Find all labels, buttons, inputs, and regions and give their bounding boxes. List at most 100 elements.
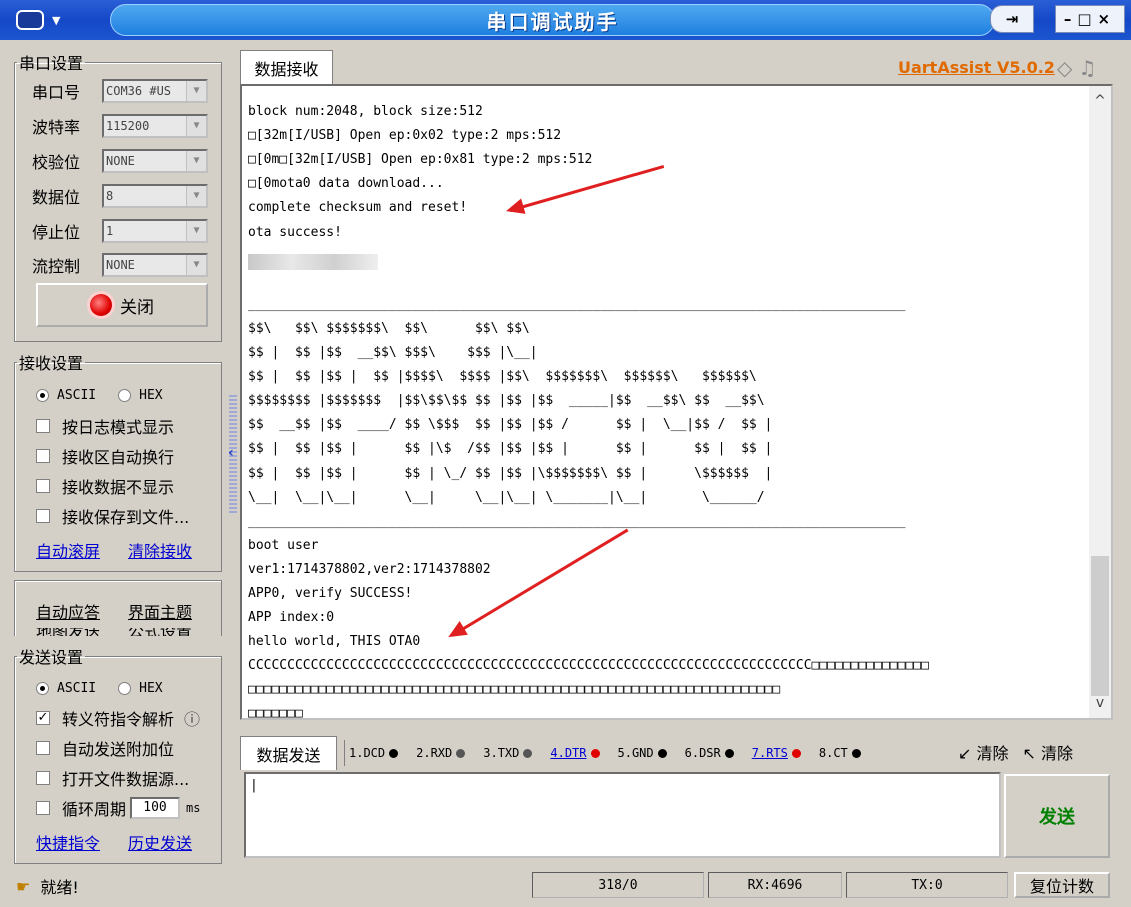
auto-reply-link[interactable]: 自动应答 bbox=[36, 599, 100, 623]
save-file-checkbox[interactable]: 接收保存到文件... bbox=[36, 504, 189, 528]
send-button[interactable]: 发送 bbox=[1004, 774, 1110, 858]
receive-line: □□□□□□□□□□□□□□□□□□□□□□□□□□□□□□□□□□□□□□□□… bbox=[248, 682, 781, 698]
stopbits-select[interactable]: 1 ▼ bbox=[102, 219, 208, 243]
pin-8: 8.CT bbox=[819, 746, 861, 760]
close-icon[interactable]: × bbox=[1098, 10, 1117, 28]
system-menu[interactable]: ▼ bbox=[6, 6, 76, 34]
min-max-close-buttons[interactable]: – □ × bbox=[1055, 5, 1125, 33]
maximize-icon[interactable]: □ bbox=[1077, 10, 1097, 28]
scrollbar-thumb[interactable] bbox=[1091, 556, 1109, 696]
bell-icon[interactable]: ♫ bbox=[1078, 56, 1102, 80]
parity-select[interactable]: NONE ▼ bbox=[102, 149, 208, 173]
open-file-checkbox[interactable]: 打开文件数据源... bbox=[36, 766, 189, 790]
stopbits-label: 停止位 bbox=[32, 223, 81, 242]
hide-data-label: 接收数据不显示 bbox=[62, 478, 175, 497]
pin-4[interactable]: 4.DTR bbox=[550, 746, 600, 760]
escape-parse-label: 转义符指令解析 bbox=[62, 710, 175, 729]
cycle-checkbox[interactable]: 循环周期 100 ms bbox=[36, 796, 200, 820]
receive-line: $$ | $$ |$$ | $$ | \_/ $$ |$$ |\$$$$$$$\… bbox=[248, 465, 773, 481]
tab-data-send[interactable]: 数据发送 bbox=[240, 736, 337, 770]
cycle-period-input[interactable]: 100 bbox=[130, 797, 181, 819]
pin-status-dot-icon bbox=[456, 748, 466, 758]
parity-value: NONE bbox=[106, 154, 135, 168]
chevron-up-icon[interactable]: ^ bbox=[1089, 90, 1111, 112]
receive-line: $$ | $$ |$$ | $$ |\$ /$$ |$$ |$$ | $$ | … bbox=[248, 441, 773, 457]
ui-theme-link[interactable]: 界面主题 bbox=[128, 599, 192, 623]
hide-data-checkbox[interactable]: 接收数据不显示 bbox=[36, 474, 174, 498]
databits-label: 数据位 bbox=[32, 188, 81, 207]
hand-icon: ☛ bbox=[16, 876, 31, 896]
redacted-region bbox=[248, 254, 378, 270]
auto-scroll-link[interactable]: 自动滚屏 bbox=[36, 538, 100, 562]
tab-data-receive[interactable]: 数据接收 bbox=[240, 50, 333, 84]
pin-7[interactable]: 7.RTS bbox=[752, 746, 801, 760]
tab-data-receive-label: 数据接收 bbox=[254, 59, 319, 79]
receive-line bbox=[248, 269, 1088, 293]
chevron-down-icon[interactable]: v bbox=[1089, 692, 1111, 714]
checkbox-box bbox=[36, 449, 50, 463]
status-ready: ☛ 就绪! bbox=[16, 874, 79, 898]
clear-receive-link[interactable]: 清除接收 bbox=[128, 538, 192, 562]
auto-wrap-checkbox[interactable]: 接收区自动换行 bbox=[36, 444, 174, 468]
pin-label: 4.DTR bbox=[550, 746, 587, 760]
reset-count-button[interactable]: 复位计数 bbox=[1014, 872, 1110, 898]
pin-button[interactable]: ⇥ bbox=[990, 5, 1034, 33]
auto-append-checkbox[interactable]: 自动发送附加位 bbox=[36, 736, 174, 760]
escape-parse-checkbox[interactable]: ✓ 转义符指令解析 ⓘ bbox=[36, 706, 200, 730]
history-link[interactable]: 历史发送 bbox=[128, 830, 192, 854]
recv-ascii-radio[interactable]: ASCII bbox=[36, 388, 96, 403]
baud-value: 115200 bbox=[106, 119, 150, 133]
status-led-icon bbox=[90, 294, 112, 316]
chevron-left-icon[interactable]: ‹ bbox=[228, 445, 234, 461]
send-hex-radio[interactable]: HEX bbox=[118, 681, 163, 696]
serial-settings-legend: 串口设置 bbox=[19, 54, 84, 73]
clear-all-button[interactable]: ↖ 清除 bbox=[1023, 740, 1074, 764]
app-logo-icon bbox=[16, 10, 44, 30]
checkbox-box bbox=[36, 479, 50, 493]
pin-3: 3.TXD bbox=[483, 746, 533, 760]
panel-splitter[interactable]: ‹ bbox=[228, 395, 237, 515]
checkbox-box: ✓ bbox=[36, 710, 50, 725]
diamond-icon[interactable]: ◇ bbox=[1057, 56, 1078, 80]
databits-value: 8 bbox=[106, 189, 114, 203]
pin-status-dot-icon bbox=[389, 748, 399, 758]
port-select[interactable]: COM36 #US ▼ bbox=[102, 79, 208, 103]
receive-scrollbar[interactable]: ^ v bbox=[1089, 86, 1111, 718]
send-input[interactable]: | bbox=[244, 772, 1001, 858]
radio-dot bbox=[118, 681, 132, 695]
window-title: 串口调试助手 bbox=[486, 9, 619, 34]
pin-status-dot-icon bbox=[791, 748, 801, 758]
baud-label: 波特率 bbox=[32, 118, 81, 137]
send-ascii-radio[interactable]: ASCII bbox=[36, 681, 96, 696]
status-ready-text: 就绪! bbox=[40, 878, 79, 897]
receive-format-row: ASCII HEX bbox=[36, 382, 185, 408]
receive-text-area[interactable]: ▔▔ ▔ ▔▔ ▔▔ ▔ ▔ block num:2048, block size… bbox=[240, 84, 1113, 720]
close-port-button[interactable]: 关闭 bbox=[36, 283, 208, 327]
pin-label: 1.DCD bbox=[349, 746, 386, 760]
recv-hex-radio[interactable]: HEX bbox=[118, 388, 163, 403]
brand-link[interactable]: UartAssist V5.0.2 bbox=[898, 58, 1055, 77]
title-bar[interactable]: ▼ 串口调试助手 ⇥ – □ × bbox=[0, 0, 1131, 40]
shortcut-link[interactable]: 快捷指令 bbox=[36, 830, 100, 854]
receive-line: □□□□□□□ bbox=[248, 706, 303, 720]
receive-line: APP0, verify SUCCESS! bbox=[248, 585, 413, 601]
cycle-label: 循环周期 bbox=[62, 800, 127, 819]
flow-select[interactable]: NONE ▼ bbox=[102, 253, 208, 277]
databits-select[interactable]: 8 ▼ bbox=[102, 184, 208, 208]
pin-2: 2.RXD bbox=[416, 746, 466, 760]
log-mode-label: 按日志模式显示 bbox=[62, 418, 175, 437]
pin-label: 7.RTS bbox=[751, 746, 788, 760]
cut-off-text: 地图发送 bbox=[36, 628, 100, 636]
cut-off-text-2: 公式设置 bbox=[128, 628, 192, 636]
log-mode-checkbox[interactable]: 按日志模式显示 bbox=[36, 414, 174, 438]
pin-label: 5.GND bbox=[617, 746, 654, 760]
send-button-label: 发送 bbox=[1039, 807, 1075, 828]
receive-line: ________________________________________… bbox=[248, 513, 906, 529]
minimize-icon[interactable]: – bbox=[1064, 10, 1078, 28]
info-icon[interactable]: ⓘ bbox=[184, 706, 200, 730]
clear-send-button[interactable]: ↙ 清除 bbox=[958, 740, 1009, 764]
baud-select[interactable]: 115200 ▼ bbox=[102, 114, 208, 138]
open-file-label: 打开文件数据源... bbox=[62, 770, 190, 789]
port-value: COM36 #US bbox=[106, 84, 172, 98]
receive-line: ________________________________________… bbox=[248, 296, 906, 312]
